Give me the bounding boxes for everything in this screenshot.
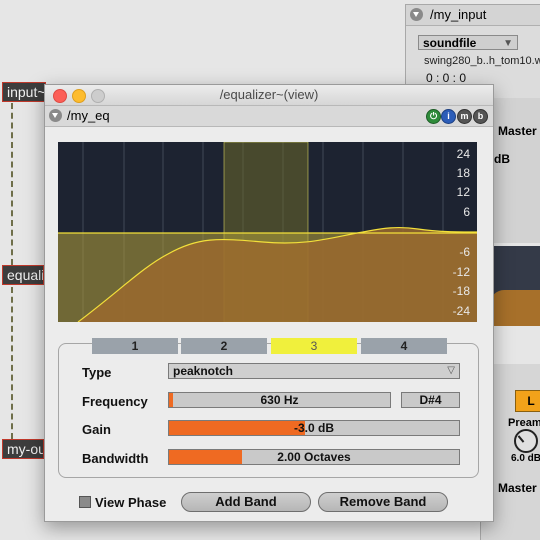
soundfile-menu[interactable]: soundfile ▼: [418, 35, 518, 50]
bandwidth-slider[interactable]: 2.00 Octaves: [168, 449, 460, 465]
chevron-down-icon: ▽: [447, 365, 455, 376]
master-label-2: Master Ga: [498, 481, 540, 495]
window-title: /equalizer~(view): [219, 87, 319, 102]
close-window-button[interactable]: [53, 89, 67, 103]
gain-slider[interactable]: -3.0 dB: [168, 420, 460, 436]
y-tick-label: -12: [453, 265, 471, 279]
input-module-title: /my_input: [430, 7, 487, 22]
gain-value: -3.0 dB: [293, 421, 334, 435]
y-tick-label: -24: [453, 304, 471, 318]
tab-band-3[interactable]: 3: [271, 338, 357, 354]
patch-object-equalizer[interactable]: equalizer: [2, 265, 44, 285]
type-select-value: peaknotch: [173, 364, 234, 378]
mute-badge-icon[interactable]: m: [457, 109, 472, 124]
remove-band-label: Remove Band: [339, 494, 427, 509]
knob-indicator: [517, 435, 525, 443]
module-name: /my_eq: [67, 108, 110, 123]
tab-band-2[interactable]: 2: [181, 338, 267, 354]
patch-object-input-label: input~: [7, 84, 46, 100]
bandwidth-value: 2.00 Octaves: [277, 450, 351, 464]
view-phase-checkbox[interactable]: [79, 496, 91, 508]
power-icon[interactable]: ⏻: [426, 109, 441, 124]
remove-band-button[interactable]: Remove Band: [318, 492, 448, 512]
view-phase-label: View Phase: [95, 495, 167, 510]
tab-band-1-label: 1: [131, 339, 139, 353]
chevron-down-icon: ▼: [503, 38, 513, 49]
preamp-knob[interactable]: [514, 429, 538, 453]
patch-object-output-label: my-out: [7, 441, 43, 457]
soundfile-menu-value: soundfile: [423, 36, 477, 50]
bypass-badge-icon[interactable]: b: [473, 109, 488, 124]
playback-time: 0 : 0 : 0: [426, 71, 467, 85]
patch-object-equalizer-label: equalizer: [7, 267, 44, 283]
frequency-slider[interactable]: 630 Hz: [168, 392, 391, 408]
tab-band-3-label: 3: [310, 339, 318, 353]
add-band-label: Add Band: [215, 494, 277, 509]
eq-response-plot[interactable]: 24 18 12 6 -6 -12 -18 -24: [58, 142, 477, 322]
l-button-label: L: [527, 394, 535, 408]
module-menu-icon[interactable]: [410, 8, 423, 21]
meter-fill: [490, 290, 540, 326]
module-menu-icon[interactable]: [49, 109, 62, 122]
tab-band-4-label: 4: [400, 339, 408, 353]
frequency-label: Frequency: [82, 394, 148, 409]
y-tick-label: -6: [459, 245, 470, 259]
sound-file-name: swing280_b..h_tom10.wa: [424, 55, 540, 67]
y-tick-label: 18: [457, 166, 471, 180]
y-tick-label: 24: [457, 147, 471, 161]
window-titlebar[interactable]: /equalizer~(view): [45, 85, 493, 106]
note-field[interactable]: D#4: [401, 392, 460, 408]
master-label-1: Master: [498, 124, 537, 138]
eq-plot-svg[interactable]: 24 18 12 6 -6 -12 -18 -24: [58, 142, 477, 322]
bandwidth-label: Bandwidth: [82, 451, 149, 466]
db-label: dB: [494, 152, 510, 166]
module-header: /my_eq ⏻ i m b: [45, 106, 493, 127]
tab-band-4[interactable]: 4: [361, 338, 447, 354]
patch-cord-2: [11, 287, 13, 439]
l-button[interactable]: L: [515, 390, 540, 412]
minimize-window-button[interactable]: [72, 89, 86, 103]
zoom-window-button[interactable]: [91, 89, 105, 103]
type-label: Type: [82, 365, 112, 380]
patch-object-output[interactable]: my-out: [2, 439, 44, 459]
frequency-value: 630 Hz: [260, 393, 299, 407]
y-tick-label: 12: [457, 185, 471, 199]
y-tick-label: 6: [463, 205, 470, 219]
patch-object-input[interactable]: input~: [2, 82, 46, 102]
patch-cord-1: [11, 103, 13, 265]
y-tick-label: -18: [453, 284, 471, 298]
preamp-label: Preamp: [508, 417, 540, 429]
add-band-button[interactable]: Add Band: [181, 492, 311, 512]
note-value: D#4: [419, 393, 442, 407]
gain-label: Gain: [82, 422, 111, 437]
type-select[interactable]: peaknotch ▽: [168, 363, 460, 379]
tab-band-2-label: 2: [220, 339, 228, 353]
preamp-value: 6.0 dB: [511, 453, 540, 464]
tab-band-1[interactable]: 1: [92, 338, 178, 354]
input-module-titlebar: /my_input: [406, 5, 540, 26]
info-badge-icon[interactable]: i: [441, 109, 456, 124]
